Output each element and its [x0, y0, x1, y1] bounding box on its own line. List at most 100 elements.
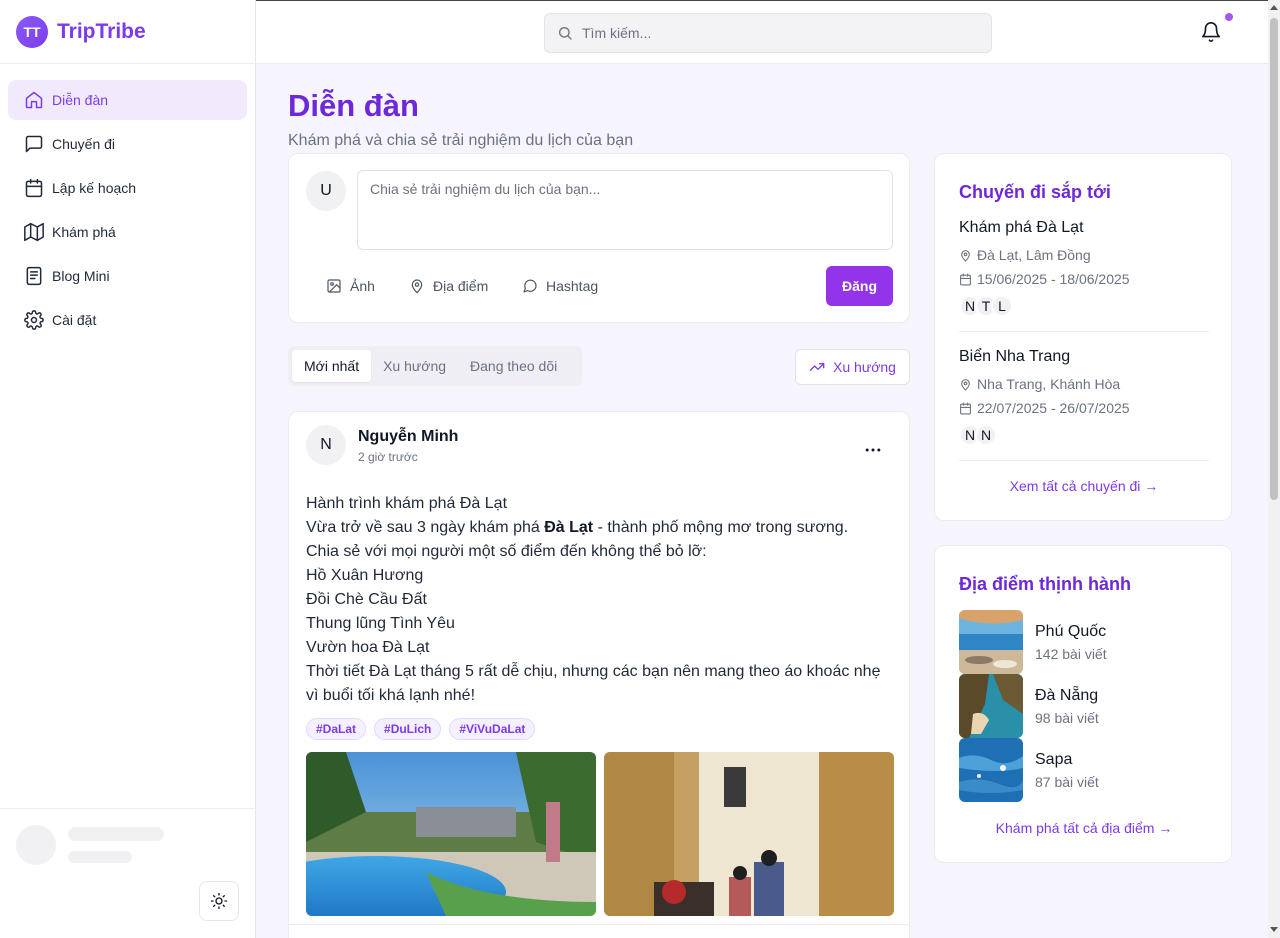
- feed-tabs: Mới nhất Xu hướng Đang theo dõi: [288, 346, 582, 386]
- place-item[interactable]: Sapa 87 bài viết: [959, 738, 1209, 802]
- sidebar-item-label: Diễn đàn: [52, 92, 109, 108]
- add-location-button[interactable]: Địa điểm: [409, 266, 488, 306]
- add-photo-button[interactable]: Ảnh: [326, 266, 375, 306]
- scroll-up-arrow[interactable]: [1270, 5, 1278, 10]
- post-line: Thời tiết Đà Lạt tháng 5 rất dễ chịu, nh…: [306, 663, 881, 704]
- interior-photo: [604, 752, 894, 916]
- sidebar-item-settings[interactable]: Cài đặt: [8, 300, 247, 340]
- bell-icon: [1201, 22, 1221, 42]
- post-author[interactable]: Nguyễn Minh: [358, 428, 458, 446]
- trip-dates: 22/07/2025 - 26/07/2025: [959, 396, 1209, 420]
- meta-skeleton: [68, 851, 132, 863]
- post-line: Vườn hoa Đà Lạt: [306, 639, 430, 656]
- place-item[interactable]: Đà Nẵng 98 bài viết: [959, 674, 1209, 738]
- sidebar-item-label: Cài đặt: [52, 312, 97, 328]
- trending-button-label: Xu hướng: [833, 359, 896, 375]
- place-thumbnail: [959, 674, 1023, 738]
- divider: [959, 331, 1209, 332]
- post-line: Đồi Chè Cầu Đất: [306, 591, 427, 608]
- post-line: Thung lũng Tình Yêu: [306, 615, 455, 632]
- post-button[interactable]: Đăng: [826, 266, 893, 306]
- trip-location: Nha Trang, Khánh Hòa: [959, 372, 1209, 396]
- trending-button[interactable]: Xu hướng: [795, 349, 910, 385]
- search-box[interactable]: [544, 13, 992, 53]
- post-divider: [289, 924, 909, 925]
- page-title: Diễn đàn: [288, 88, 419, 123]
- sidebar-item-label: Khám phá: [52, 224, 116, 240]
- post-more-button[interactable]: [861, 438, 885, 462]
- brand-name: TripTribe: [57, 19, 146, 43]
- brand-logo: TT: [16, 15, 48, 48]
- view-all-trips-link[interactable]: Xem tất cả chuyến đi →: [935, 478, 1233, 494]
- sidebar-item-label: Blog Mini: [52, 268, 110, 284]
- place-name: Đà Nẵng: [1035, 687, 1099, 704]
- search-input[interactable]: [582, 25, 962, 41]
- trip-location-text: Nha Trang, Khánh Hòa: [977, 376, 1121, 392]
- post-line: Hành trình khám phá Đà Lạt: [306, 495, 508, 512]
- hashtag[interactable]: #DuLich: [374, 718, 442, 740]
- tab-following[interactable]: Đang theo dõi: [458, 350, 569, 382]
- place-thumbnail: [959, 738, 1023, 802]
- tab-newest[interactable]: Mới nhất: [292, 350, 372, 382]
- avatar[interactable]: N: [306, 425, 346, 465]
- map-pin-icon: [961, 249, 970, 261]
- hashtag[interactable]: #DaLat: [306, 718, 367, 740]
- trending-up-icon: [809, 363, 825, 371]
- explore-all-places-link[interactable]: Khám phá tất cả địa điểm →: [935, 820, 1233, 836]
- add-location-label: Địa điểm: [433, 278, 489, 294]
- sidebar-item-blog[interactable]: Blog Mini: [8, 256, 247, 296]
- trip-item[interactable]: Khám phá Đà Lạt Đà Lạt, Lâm Đồng 15/06/2…: [959, 219, 1209, 317]
- message-icon: [25, 135, 43, 153]
- trip-item[interactable]: Biển Nha Trang Nha Trang, Khánh Hòa 22/0…: [959, 348, 1209, 446]
- post-bold-text: Đà Lạt: [544, 519, 594, 536]
- add-hashtag-button[interactable]: Hashtag: [522, 266, 598, 306]
- sidebar-item-planning[interactable]: Lập kế hoạch: [8, 168, 247, 208]
- name-skeleton: [68, 827, 164, 841]
- brand[interactable]: TT TripTribe: [0, 0, 255, 64]
- trip-members: N T L: [959, 295, 1209, 317]
- theme-toggle-button[interactable]: [199, 881, 239, 921]
- place-post-count: 98 bài viết: [1035, 710, 1099, 726]
- sidebar: TT TripTribe Diễn đàn Chuyến đi Lập kế h…: [0, 0, 256, 938]
- sidebar-item-trips[interactable]: Chuyến đi: [8, 124, 247, 164]
- add-hashtag-label: Hashtag: [546, 278, 599, 294]
- page-scrollbar[interactable]: [1268, 0, 1280, 938]
- home-icon: [25, 91, 43, 109]
- place-post-count: 142 bài viết: [1035, 646, 1107, 662]
- scroll-thumb[interactable]: [1270, 18, 1278, 500]
- tab-trending[interactable]: Xu hướng: [371, 350, 458, 382]
- post-textarea[interactable]: [357, 170, 893, 250]
- post-card: N Nguyễn Minh 2 giờ trước Hành trình khá…: [288, 411, 910, 938]
- trending-places-card: Địa điểm thịnh hành Phú Quốc 142 bài viế…: [934, 545, 1232, 863]
- post-image-pool[interactable]: [306, 752, 596, 916]
- page-subtitle: Khám phá và chia sẻ trải nghiệm du lịch …: [288, 132, 634, 149]
- sidebar-item-forum[interactable]: Diễn đàn: [8, 80, 247, 120]
- place-item[interactable]: Phú Quốc 142 bài viết: [959, 610, 1209, 674]
- upcoming-trips-title: Chuyến đi sắp tới: [959, 182, 1111, 202]
- hashtag[interactable]: #ViVuDaLat: [449, 718, 536, 740]
- post-line: Hồ Xuân Hương: [306, 567, 424, 584]
- map-pin-icon: [961, 378, 970, 390]
- post-image-interior[interactable]: [604, 752, 894, 916]
- trip-dates: 15/06/2025 - 18/06/2025: [959, 267, 1209, 291]
- map-pin-icon: [411, 279, 423, 294]
- post-body: Hành trình khám phá Đà Lạt Vừa trở về sa…: [306, 492, 896, 708]
- trip-name: Biển Nha Trang: [959, 348, 1071, 365]
- place-name: Phú Quốc: [1035, 623, 1107, 640]
- notifications-button[interactable]: [1200, 21, 1224, 45]
- post-text: - thành phố mộng mơ trong sương.: [593, 519, 849, 536]
- gear-icon: [24, 310, 44, 330]
- trip-dates-text: 15/06/2025 - 18/06/2025: [977, 271, 1130, 287]
- top-bar: [256, 0, 1268, 64]
- post-composer: U Ảnh Địa điểm Hashtag Đăng: [288, 153, 910, 323]
- place-name: Sapa: [1035, 751, 1073, 768]
- member-avatar: L: [991, 295, 1013, 317]
- beach-photo: [959, 610, 1023, 674]
- calendar-icon: [960, 402, 971, 414]
- post-time: 2 giờ trước: [358, 450, 418, 464]
- scroll-down-arrow[interactable]: [1270, 927, 1278, 932]
- trending-places-title: Địa điểm thịnh hành: [959, 574, 1132, 594]
- post-tags: #DaLat #DuLich #ViVuDaLat: [306, 718, 536, 740]
- image-icon: [327, 279, 341, 293]
- sidebar-item-explore[interactable]: Khám phá: [8, 212, 247, 252]
